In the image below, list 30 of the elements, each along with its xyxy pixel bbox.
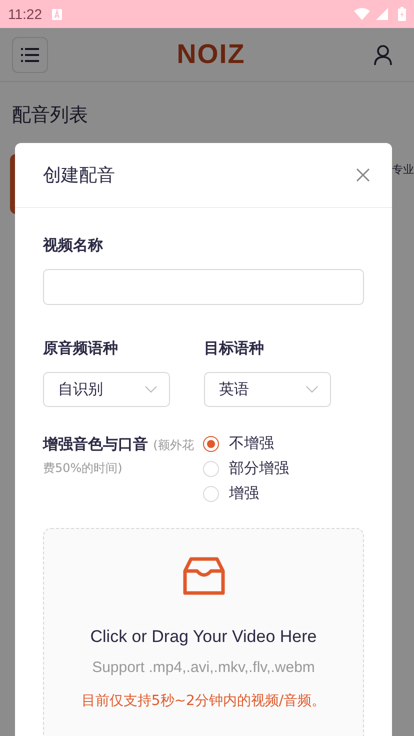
field-label: 目标语种	[204, 339, 265, 358]
enhance-label: 增强音色与口音 (额外花费50%的时间)	[43, 434, 195, 477]
language-select[interactable]: 英语	[204, 372, 331, 407]
upload-title: Click or Drag Your Video Here	[90, 627, 317, 647]
radio-option[interactable]: 部分增强	[203, 458, 289, 479]
dialog-title: 创建配音	[43, 164, 116, 187]
close-icon[interactable]	[356, 168, 370, 182]
radio-option[interactable]: 不增强	[203, 433, 289, 454]
video-name-field[interactable]	[43, 269, 364, 305]
chevron-down-icon	[145, 386, 157, 393]
upload-area[interactable]: Click or Drag Your Video Here Support .mp4,.avi,.mkv,.flv,.webm 目前仅支持5秒~2分钟内的视频/音频。	[43, 528, 364, 736]
menu-button[interactable]	[12, 36, 48, 72]
logo: NOIZ	[176, 39, 246, 70]
signal-icon	[376, 8, 388, 20]
language-select[interactable]: 自识别	[43, 372, 170, 407]
field-label: 视频名称	[43, 236, 104, 255]
chevron-down-icon	[306, 386, 318, 393]
upload-formats: Support .mp4,.avi,.mkv,.flv,.webm	[92, 659, 315, 676]
menu-icon	[21, 48, 39, 62]
notification-icon	[52, 8, 62, 20]
radio-option[interactable]: 增强	[203, 483, 289, 504]
page-title: 配音列表	[12, 103, 89, 128]
inbox-icon	[182, 555, 224, 597]
user-icon[interactable]	[374, 44, 392, 64]
field-label: 原音频语种	[43, 339, 119, 358]
card-text: 专业	[392, 162, 414, 177]
upload-notice: 目前仅支持5秒~2分钟内的视频/音频。	[81, 692, 326, 710]
status-time: 11:22	[8, 6, 42, 22]
battery-icon	[398, 7, 406, 21]
wifi-icon	[354, 8, 370, 20]
